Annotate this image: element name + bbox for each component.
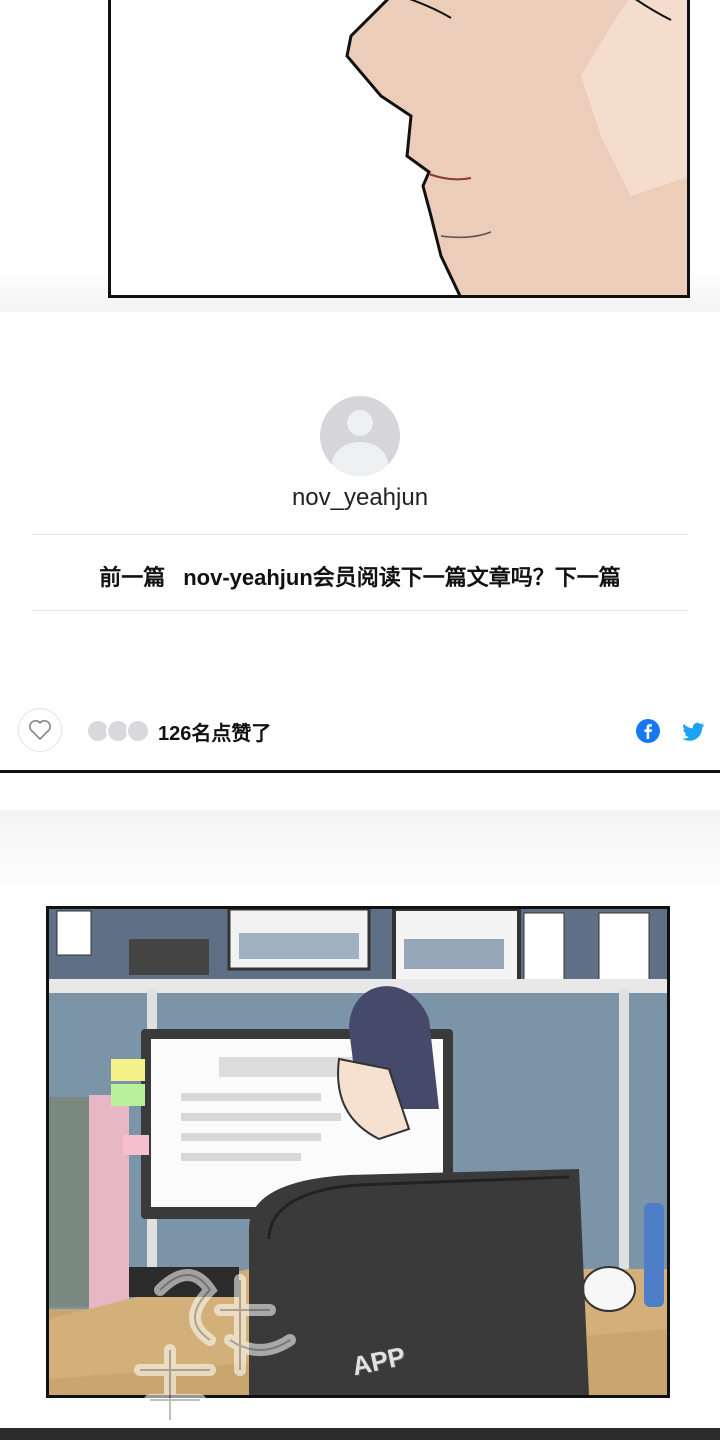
author-name[interactable]: nov_yeahjun: [0, 484, 720, 512]
like-count: 126名点赞了: [158, 723, 272, 745]
app-watermark-logo: [134, 1269, 296, 1426]
liker-avatar: [126, 719, 150, 743]
twitter-icon[interactable]: [680, 718, 706, 744]
next-episode-link[interactable]: nov-yeahjun会员阅读下一篇文章吗？下一篇: [183, 560, 621, 592]
author-avatar[interactable]: [320, 396, 400, 476]
facebook-icon[interactable]: [636, 719, 660, 743]
next-panel-edge: [0, 1428, 720, 1440]
comic-panel-top: [108, 0, 690, 298]
divider-top: [32, 534, 688, 535]
like-button[interactable]: [18, 708, 62, 752]
section-separator: [0, 770, 720, 773]
episode-navigation: 前一篇 nov-yeahjun会员阅读下一篇文章吗？下一篇: [0, 560, 720, 592]
heart-icon: [29, 720, 51, 740]
divider-bottom: [32, 610, 688, 611]
prev-episode-link[interactable]: 前一篇: [99, 560, 165, 592]
comic-face-illustration: [345, 0, 687, 295]
